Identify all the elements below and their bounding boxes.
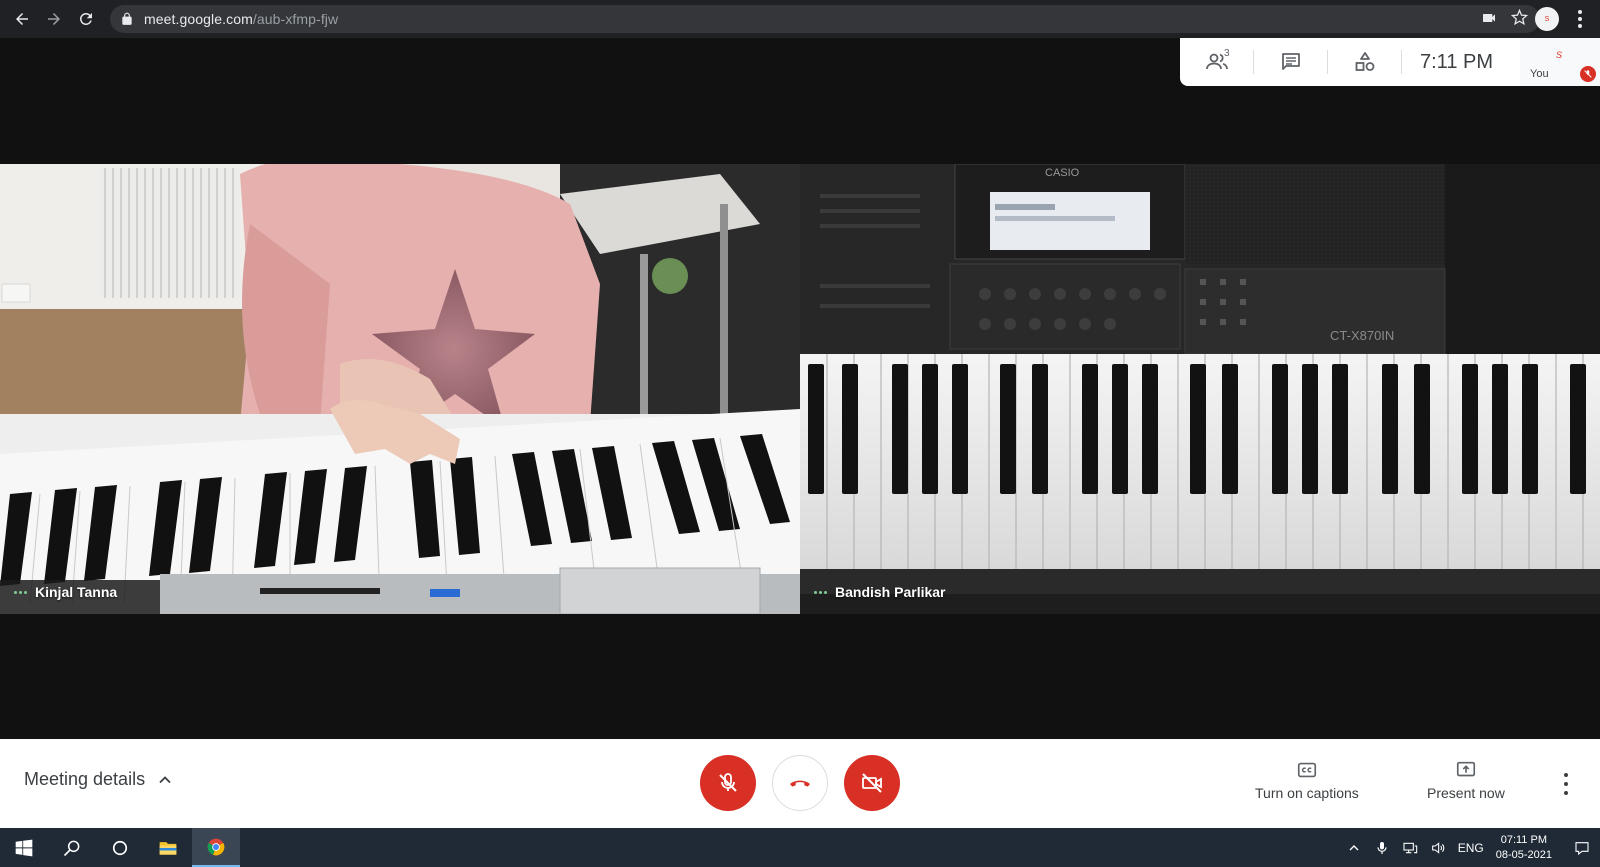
- lock-icon: [122, 12, 132, 25]
- taskbar-time: 07:11 PM: [1500, 833, 1547, 846]
- windows-taskbar: ENG 07:11 PM 08-05-2021: [0, 828, 1600, 867]
- participant-tile[interactable]: Kinjal Tanna: [0, 164, 800, 614]
- present-button[interactable]: Present now: [1427, 759, 1505, 801]
- search-icon: [63, 840, 80, 856]
- divider: [1401, 50, 1402, 74]
- file-explorer-icon: [159, 841, 177, 855]
- meeting-controls-bar: Meeting details Turn on captions Present…: [0, 739, 1600, 828]
- url-text: meet.google.com/aub-xfmp-fjw: [144, 11, 339, 27]
- keyboard-brand: CASIO: [1045, 167, 1080, 179]
- participant-name: Kinjal Tanna: [35, 584, 118, 600]
- activities-button[interactable]: [1328, 38, 1401, 86]
- participant-name: Bandish Parlikar: [835, 584, 946, 600]
- camera-toggle-button[interactable]: [844, 755, 900, 811]
- speaking-indicator: [14, 590, 27, 594]
- mic-off-icon: [719, 773, 737, 792]
- microphone-icon[interactable]: [1374, 840, 1390, 856]
- camera-off-icon: [862, 773, 882, 793]
- self-view-logo: S: [1556, 50, 1563, 60]
- taskbar-clock[interactable]: 07:11 PM 08-05-2021: [1496, 833, 1552, 863]
- file-explorer-button[interactable]: [144, 828, 192, 867]
- profile-avatar[interactable]: S: [1535, 7, 1559, 31]
- captions-button[interactable]: Turn on captions: [1255, 759, 1359, 801]
- chat-button[interactable]: [1254, 38, 1327, 86]
- taskbar-date: 08-05-2021: [1495, 848, 1552, 861]
- meeting-details-button[interactable]: Meeting details: [24, 769, 175, 790]
- meeting-top-panel: 3 7:11 PM S You: [1180, 38, 1600, 86]
- keyboard-model: CT-X870IN: [1330, 328, 1394, 343]
- chevron-up-icon: [159, 775, 171, 783]
- participant-name-label: Bandish Parlikar: [814, 584, 946, 600]
- chrome-taskbar-button[interactable]: [192, 828, 240, 867]
- back-button[interactable]: [6, 3, 38, 35]
- meeting-clock: 7:11 PM: [1420, 50, 1493, 73]
- chevron-up-icon[interactable]: [1346, 840, 1362, 856]
- present-label: Present now: [1427, 785, 1505, 801]
- meeting-details-label: Meeting details: [24, 769, 146, 789]
- chat-icon: [1281, 53, 1300, 70]
- task-view-icon: [112, 840, 128, 855]
- network-icon[interactable]: [1402, 840, 1418, 856]
- forward-button[interactable]: [38, 3, 70, 35]
- volume-icon[interactable]: [1430, 840, 1446, 856]
- leave-call-button[interactable]: [772, 755, 828, 811]
- hang-up-icon: [790, 780, 810, 787]
- captions-label: Turn on captions: [1255, 785, 1359, 801]
- participant-video: [0, 164, 800, 614]
- input-language[interactable]: ENG: [1458, 841, 1484, 855]
- participant-video: CASIO CT-X870IN: [800, 164, 1600, 614]
- camera-blocked-icon[interactable]: [1481, 10, 1497, 26]
- speaking-indicator: [814, 590, 827, 594]
- activities-icon: [1355, 52, 1374, 71]
- forward-arrow-icon: [48, 13, 60, 25]
- more-options-button[interactable]: [1556, 773, 1576, 795]
- piano-keys: [808, 364, 1586, 494]
- self-view-tile[interactable]: S You: [1520, 38, 1600, 86]
- chrome-menu-button[interactable]: [1570, 8, 1590, 30]
- address-bar[interactable]: meet.google.com/aub-xfmp-fjw: [110, 5, 1540, 33]
- task-view-button[interactable]: [96, 828, 144, 867]
- self-muted-icon: [1580, 66, 1596, 82]
- star-icon[interactable]: [1511, 9, 1528, 26]
- search-button[interactable]: [48, 828, 96, 867]
- self-view-label: You: [1530, 68, 1549, 80]
- system-tray: ENG 07:11 PM 08-05-2021: [1346, 828, 1600, 867]
- participant-tile[interactable]: CASIO CT-X870IN Bandish Parlikar: [800, 164, 1600, 614]
- chrome-icon: [207, 838, 225, 855]
- reload-button[interactable]: [70, 3, 102, 35]
- participant-name-label: Kinjal Tanna: [14, 584, 117, 600]
- browser-toolbar: meet.google.com/aub-xfmp-fjw S: [0, 0, 1600, 38]
- back-arrow-icon: [16, 13, 28, 25]
- start-button[interactable]: [0, 828, 48, 867]
- reload-icon: [79, 12, 92, 25]
- windows-start-icon: [15, 839, 33, 856]
- present-icon: [1456, 761, 1475, 777]
- participant-count: 3: [1224, 48, 1230, 59]
- captions-icon: [1297, 762, 1316, 778]
- notifications-icon[interactable]: [1574, 840, 1590, 856]
- microphone-toggle-button[interactable]: [700, 755, 756, 811]
- people-button[interactable]: 3: [1180, 38, 1253, 86]
